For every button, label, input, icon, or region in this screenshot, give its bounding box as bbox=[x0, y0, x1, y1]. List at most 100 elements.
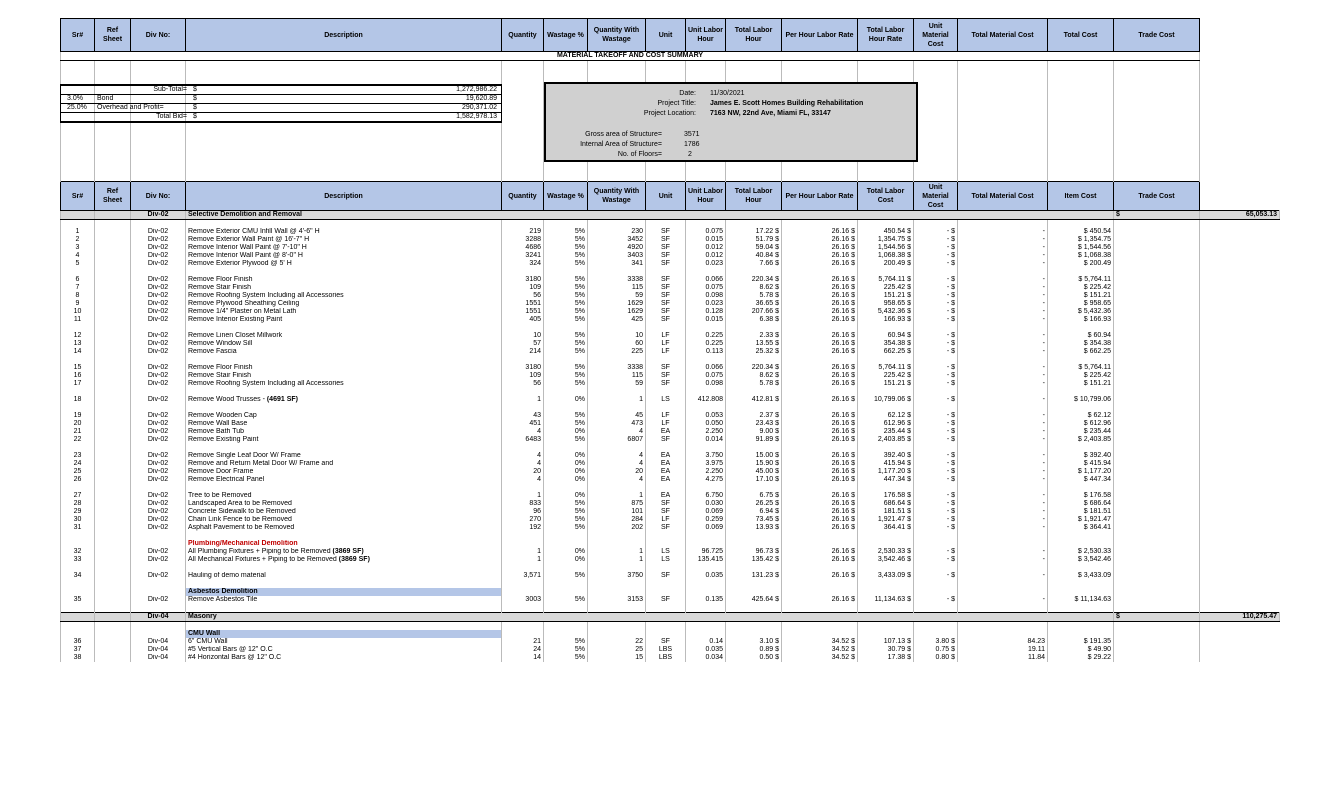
empty-cell[interactable] bbox=[94, 268, 131, 276]
quantity[interactable]: 192 bbox=[501, 524, 544, 532]
empty-cell[interactable] bbox=[501, 93, 544, 101]
empty-cell[interactable] bbox=[913, 532, 958, 540]
empty-cell[interactable] bbox=[130, 69, 186, 77]
empty-cell[interactable] bbox=[543, 484, 588, 492]
sr-number[interactable]: 22 bbox=[60, 436, 95, 444]
column-header[interactable]: Unit Material Cost bbox=[913, 18, 958, 52]
quantity-with-wastage[interactable]: 3338 bbox=[587, 276, 646, 284]
unit-labor-hour[interactable]: 0.128 bbox=[685, 308, 726, 316]
item-cost[interactable]: $ 2,530.33 bbox=[1047, 548, 1114, 556]
empty-cell[interactable] bbox=[645, 484, 686, 492]
unit-labor-hour[interactable]: 2.250 bbox=[685, 428, 726, 436]
unit-material-cost[interactable]: - $ bbox=[913, 348, 958, 356]
empty-cell[interactable] bbox=[501, 219, 544, 228]
empty-cell[interactable] bbox=[857, 404, 914, 412]
ref-cell[interactable] bbox=[94, 612, 131, 622]
wastage[interactable]: 0% bbox=[543, 492, 588, 500]
sr-number[interactable]: 3 bbox=[60, 244, 95, 252]
unit-material-cost[interactable]: - $ bbox=[913, 556, 958, 564]
trade-cost[interactable] bbox=[1113, 332, 1200, 340]
div-number[interactable]: Div-02 bbox=[130, 524, 186, 532]
unit-material-cost[interactable]: - $ bbox=[913, 420, 958, 428]
total-labor-cost[interactable]: 3,433.09 $ bbox=[857, 572, 914, 580]
trade-cost[interactable] bbox=[1113, 500, 1200, 508]
empty-cell[interactable] bbox=[685, 404, 726, 412]
total-material-cost[interactable]: - bbox=[957, 412, 1048, 420]
unit[interactable]: SF bbox=[645, 236, 686, 244]
quantity[interactable]: 3,571 bbox=[501, 572, 544, 580]
empty-cell[interactable] bbox=[587, 165, 646, 173]
trade-cost[interactable] bbox=[1113, 638, 1200, 646]
labor-rate[interactable]: 26.16 $ bbox=[781, 332, 858, 340]
div-number[interactable]: Div-04 bbox=[130, 654, 186, 662]
total-material-cost[interactable]: - bbox=[957, 452, 1048, 460]
empty-cell[interactable] bbox=[645, 604, 686, 613]
unit-labor-hour[interactable]: 0.014 bbox=[685, 436, 726, 444]
empty-cell[interactable] bbox=[501, 125, 544, 133]
total-material-cost[interactable]: - bbox=[957, 340, 1048, 348]
quantity[interactable]: 3180 bbox=[501, 364, 544, 372]
item-cost[interactable]: $ 1,177.20 bbox=[1047, 468, 1114, 476]
empty-cell[interactable] bbox=[587, 268, 646, 276]
empty-cell[interactable] bbox=[130, 604, 186, 613]
empty-cell[interactable] bbox=[913, 69, 958, 77]
empty-cell[interactable] bbox=[94, 388, 131, 396]
total-labor-cost[interactable]: 5,764.11 $ bbox=[857, 364, 914, 372]
column-header[interactable]: Ref Sheet bbox=[94, 181, 131, 211]
div-number[interactable]: Div-02 bbox=[130, 500, 186, 508]
description[interactable]: #5 Vertical Bars @ 12" O.C bbox=[185, 646, 502, 654]
total-labor-hour[interactable]: 96.73 $ bbox=[725, 548, 782, 556]
description[interactable]: Remove Interior Wall Paint @ 7'-10" H bbox=[185, 244, 502, 252]
total-labor-cost[interactable]: 5,764.11 $ bbox=[857, 276, 914, 284]
empty-cell[interactable] bbox=[685, 604, 726, 613]
column-header[interactable]: Unit Material Cost bbox=[913, 181, 958, 211]
empty-cell[interactable] bbox=[913, 621, 958, 630]
quantity[interactable]: 24 bbox=[501, 646, 544, 654]
total-material-cost[interactable]: - bbox=[957, 436, 1048, 444]
empty-cell[interactable] bbox=[130, 621, 186, 630]
labor-rate[interactable]: 26.16 $ bbox=[781, 364, 858, 372]
empty-cell[interactable] bbox=[957, 85, 1048, 93]
unit-material-cost[interactable]: - $ bbox=[913, 596, 958, 604]
quantity[interactable]: 219 bbox=[501, 228, 544, 236]
item-cost[interactable]: $ 392.40 bbox=[1047, 452, 1114, 460]
empty-cell[interactable] bbox=[685, 580, 726, 588]
quantity[interactable]: 4686 bbox=[501, 244, 544, 252]
labor-rate[interactable]: 26.16 $ bbox=[781, 228, 858, 236]
trade-cost[interactable] bbox=[1113, 396, 1200, 404]
empty-cell[interactable] bbox=[957, 173, 1048, 182]
empty-cell[interactable] bbox=[857, 219, 914, 228]
quantity[interactable]: 451 bbox=[501, 420, 544, 428]
description[interactable]: Remove Roofing System Including all Acce… bbox=[185, 292, 502, 300]
sr-number[interactable]: 36 bbox=[60, 638, 95, 646]
sr-number[interactable]: 5 bbox=[60, 260, 95, 268]
unit-labor-hour[interactable]: 0.069 bbox=[685, 524, 726, 532]
cell[interactable] bbox=[501, 588, 544, 596]
empty-cell[interactable] bbox=[857, 165, 914, 173]
description[interactable]: Landscaped Area to be Removed bbox=[185, 500, 502, 508]
total-labor-cost[interactable]: 1,177.20 $ bbox=[857, 468, 914, 476]
ref-sheet[interactable] bbox=[94, 340, 131, 348]
cell[interactable] bbox=[543, 630, 588, 638]
trade-cost[interactable] bbox=[1113, 244, 1200, 252]
empty-cell[interactable] bbox=[645, 580, 686, 588]
unit[interactable]: SF bbox=[645, 292, 686, 300]
quantity-with-wastage[interactable]: 230 bbox=[587, 228, 646, 236]
unit[interactable]: LF bbox=[645, 348, 686, 356]
div-number[interactable]: Div-02 bbox=[130, 596, 186, 604]
total-labor-hour[interactable]: 36.65 $ bbox=[725, 300, 782, 308]
empty-cell[interactable] bbox=[130, 60, 186, 69]
sr-number[interactable]: 1 bbox=[60, 228, 95, 236]
empty-cell[interactable] bbox=[543, 268, 588, 276]
empty-cell[interactable] bbox=[1047, 133, 1114, 141]
wastage[interactable]: 5% bbox=[543, 244, 588, 252]
labor-rate[interactable]: 26.16 $ bbox=[781, 436, 858, 444]
ref-sheet[interactable] bbox=[94, 638, 131, 646]
quantity-with-wastage[interactable]: 4 bbox=[587, 460, 646, 468]
empty-cell[interactable] bbox=[645, 388, 686, 396]
quantity-with-wastage[interactable]: 3452 bbox=[587, 236, 646, 244]
empty-cell[interactable] bbox=[1113, 117, 1200, 125]
ref-sheet[interactable] bbox=[94, 292, 131, 300]
labor-rate[interactable]: 26.16 $ bbox=[781, 500, 858, 508]
trade-cost[interactable] bbox=[1113, 476, 1200, 484]
